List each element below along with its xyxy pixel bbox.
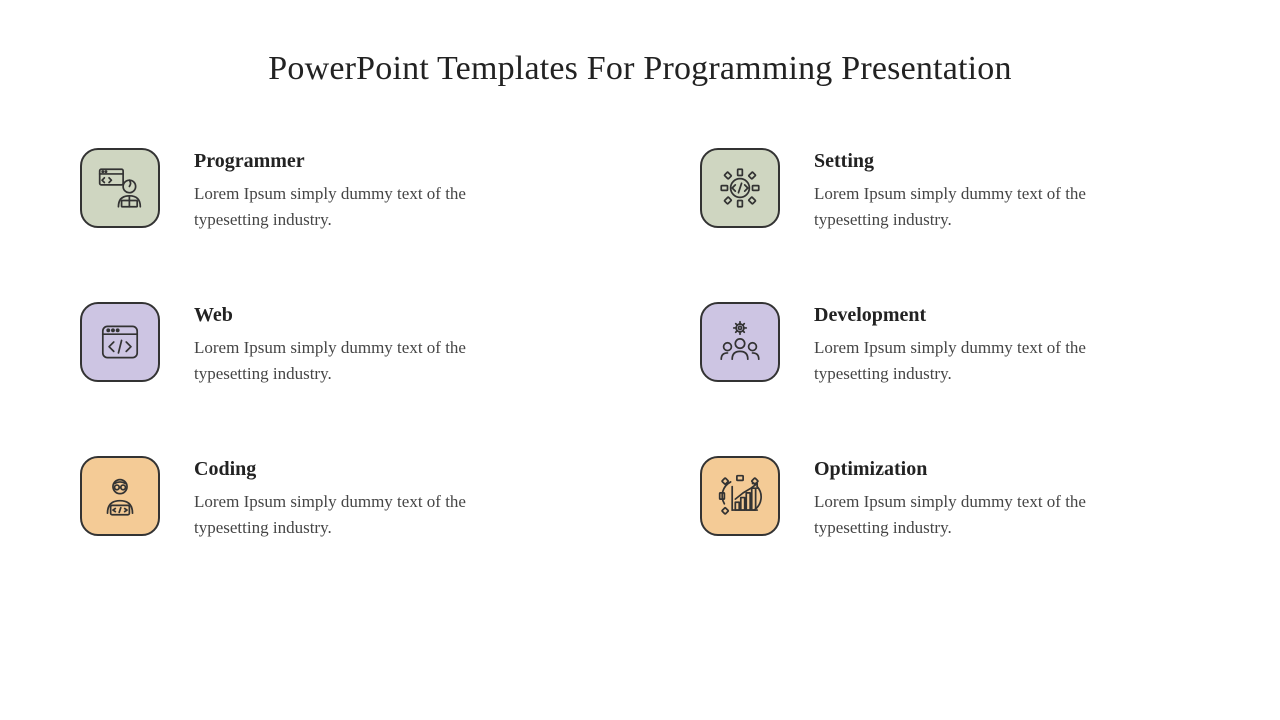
team-gear-icon [700, 302, 780, 382]
item-text: Programmer Lorem Ipsum simply dummy text… [194, 148, 504, 232]
item-title: Setting [814, 150, 1124, 173]
browser-code-icon [80, 302, 160, 382]
item-title: Web [194, 304, 504, 327]
item-desc: Lorem Ipsum simply dummy text of the typ… [194, 335, 504, 386]
item-development: Development Lorem Ipsum simply dummy tex… [700, 302, 1200, 386]
gear-chart-icon [700, 456, 780, 536]
item-text: Web Lorem Ipsum simply dummy text of the… [194, 302, 504, 386]
item-title: Development [814, 304, 1124, 327]
item-text: Coding Lorem Ipsum simply dummy text of … [194, 456, 504, 540]
item-desc: Lorem Ipsum simply dummy text of the typ… [814, 181, 1124, 232]
item-web: Web Lorem Ipsum simply dummy text of the… [80, 302, 580, 386]
slide: PowerPoint Templates For Programming Pre… [0, 0, 1280, 720]
item-text: Setting Lorem Ipsum simply dummy text of… [814, 148, 1124, 232]
item-title: Programmer [194, 150, 504, 173]
programmer-icon [80, 148, 160, 228]
item-title: Coding [194, 458, 504, 481]
item-title: Optimization [814, 458, 1124, 481]
item-optimization: Optimization Lorem Ipsum simply dummy te… [700, 456, 1200, 540]
item-coding: Coding Lorem Ipsum simply dummy text of … [80, 456, 580, 540]
item-desc: Lorem Ipsum simply dummy text of the typ… [814, 335, 1124, 386]
item-desc: Lorem Ipsum simply dummy text of the typ… [814, 489, 1124, 540]
item-programmer: Programmer Lorem Ipsum simply dummy text… [80, 148, 580, 232]
item-desc: Lorem Ipsum simply dummy text of the typ… [194, 489, 504, 540]
slide-title: PowerPoint Templates For Programming Pre… [70, 50, 1210, 88]
item-text: Optimization Lorem Ipsum simply dummy te… [814, 456, 1124, 540]
items-grid: Programmer Lorem Ipsum simply dummy text… [70, 148, 1210, 540]
item-setting: Setting Lorem Ipsum simply dummy text of… [700, 148, 1200, 232]
gear-code-icon [700, 148, 780, 228]
item-text: Development Lorem Ipsum simply dummy tex… [814, 302, 1124, 386]
item-desc: Lorem Ipsum simply dummy text of the typ… [194, 181, 504, 232]
developer-icon [80, 456, 160, 536]
